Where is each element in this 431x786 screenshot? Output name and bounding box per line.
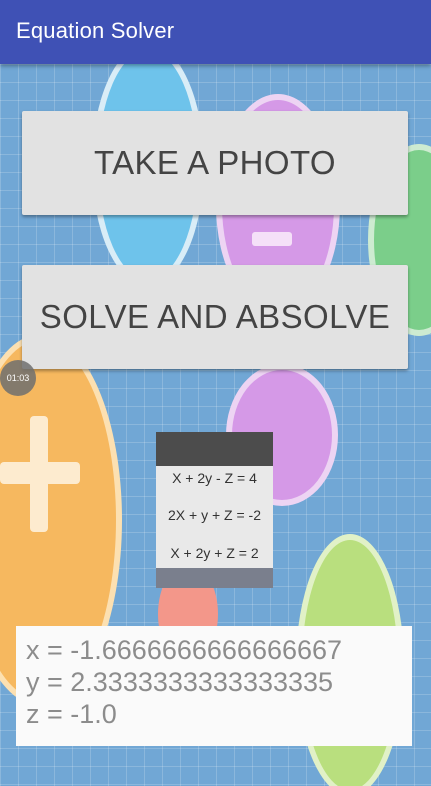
solve-button[interactable]: SOLVE AND ABSOLVE (22, 265, 408, 369)
equation-line-2: 2X + y + Z = -2 (168, 507, 261, 523)
photo-top-band (156, 432, 273, 466)
take-photo-button[interactable]: TAKE A PHOTO (22, 111, 408, 215)
solution-x: x = -1.6666666666666667 (26, 635, 343, 665)
equation-line-3: X + 2y + Z = 2 (170, 545, 259, 561)
equation-photo: X + 2y - Z = 4 2X + y + Z = -2 X + 2y + … (156, 432, 273, 588)
solution-panel: x = -1.6666666666666667 y = 2.3333333333… (16, 626, 412, 746)
solution-z: z = -1.0 (26, 699, 117, 729)
photo-bottom-band (156, 568, 273, 588)
app-bar: Equation Solver (0, 0, 431, 64)
recording-timer: 01:03 (0, 360, 36, 396)
equation-line-1: X + 2y - Z = 4 (172, 470, 257, 486)
solution-y: y = 2.3333333333333335 (26, 667, 334, 697)
app-title: Equation Solver (16, 18, 175, 43)
